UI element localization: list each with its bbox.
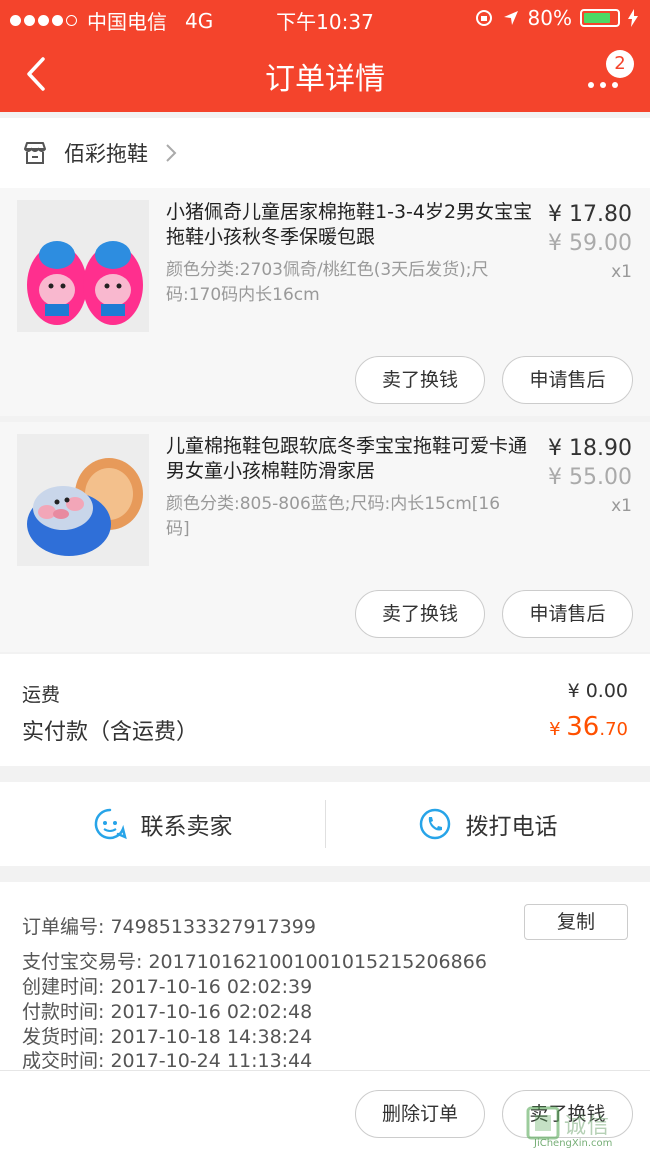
product-price: ¥ 18.90 [548, 436, 632, 461]
shipped-time: 发货时间: 2017-10-18 14:38:24 [22, 1026, 313, 1048]
fee-summary: 运费 ¥ 0.00 实付款（含运费） ¥ 36.70 [0, 654, 650, 766]
paid-integer: 36 [566, 712, 600, 742]
chevron-right-icon [166, 144, 177, 162]
charging-icon [628, 9, 638, 27]
order-item[interactable]: 儿童棉拖鞋包跟软底冬季宝宝拖鞋可爱卡通男女童小孩棉鞋防滑家居 颜色分类:805-… [0, 422, 650, 652]
product-original-price: ¥ 55.00 [548, 465, 632, 490]
more-icon [588, 82, 618, 88]
created-time: 创建时间: 2017-10-16 02:02:39 [22, 976, 313, 998]
product-image[interactable] [17, 434, 149, 566]
paid-decimal: .70 [599, 719, 628, 740]
product-sku: 颜色分类:805-806蓝色;尺码:内长15cm[16码] [166, 494, 501, 539]
alipay-number: 支付宝交易号: 2017101621001001015215206866 [22, 951, 487, 973]
currency-symbol: ¥ [549, 719, 567, 740]
watermark-url: JiChengXin.com [534, 1138, 613, 1149]
nav-bar: 订单详情 2 [0, 36, 650, 112]
notification-badge: 2 [606, 50, 634, 78]
battery-percent: 80% [527, 6, 572, 30]
more-button[interactable]: 2 [584, 50, 634, 98]
product-image[interactable] [17, 200, 149, 332]
phone-icon [419, 808, 450, 840]
pink-slipper-image [17, 200, 149, 332]
call-phone-label: 拨打电话 [465, 814, 558, 840]
status-bar: 中国电信 4G 下午10:37 80% [0, 0, 650, 36]
watermark-text: 诚信 [564, 1114, 611, 1139]
product-quantity: x1 [611, 262, 632, 282]
store-icon [24, 142, 46, 164]
product-original-price: ¥ 59.00 [548, 231, 632, 256]
product-title[interactable]: 小猪佩奇儿童居家棉拖鞋1-3-4岁2男女宝宝拖鞋小孩秋冬季保暖包跟 [166, 200, 534, 250]
shop-row[interactable]: 佰彩拖鞋 [0, 118, 650, 188]
orientation-lock-icon [475, 10, 492, 26]
contact-actions: 联系卖家 拨打电话 [0, 782, 650, 866]
battery-icon [580, 9, 620, 27]
watermark-emblem-icon [526, 1106, 560, 1140]
shipping-value: ¥ 0.00 [567, 680, 628, 702]
sell-button[interactable]: 卖了换钱 [355, 590, 485, 638]
after-sale-button[interactable]: 申请售后 [502, 590, 633, 638]
order-info: 订单编号: 74985133327917399 复制 支付宝交易号: 20171… [0, 882, 650, 1072]
location-icon [503, 11, 518, 25]
product-sku: 颜色分类:2703佩奇/桃红色(3天后发货);尺码:170码内长16cm [166, 260, 489, 305]
completed-time: 成交时间: 2017-10-24 11:13:44 [22, 1050, 313, 1072]
contact-seller-label: 联系卖家 [140, 814, 233, 840]
product-quantity: x1 [611, 496, 632, 516]
call-phone-button[interactable]: 拨打电话 [325, 782, 650, 866]
delete-order-button[interactable]: 删除订单 [355, 1090, 485, 1138]
contact-seller-button[interactable]: 联系卖家 [0, 782, 325, 866]
paid-label: 实付款（含运费） [22, 720, 199, 745]
watermark-logo: 诚信 JiChengXin.com [524, 1104, 642, 1154]
paid-amount: ¥ 36.70 [549, 712, 628, 742]
shipping-label: 运费 [22, 684, 61, 706]
product-price: ¥ 17.80 [548, 202, 632, 227]
after-sale-button[interactable]: 申请售后 [502, 356, 633, 404]
chat-bubble-icon [94, 808, 127, 840]
order-item[interactable]: 小猪佩奇儿童居家棉拖鞋1-3-4岁2男女宝宝拖鞋小孩秋冬季保暖包跟 颜色分类:2… [0, 188, 650, 416]
page-title: 订单详情 [265, 62, 385, 97]
sell-button[interactable]: 卖了换钱 [355, 356, 485, 404]
product-title[interactable]: 儿童棉拖鞋包跟软底冬季宝宝拖鞋可爱卡通男女童小孩棉鞋防滑家居 [166, 434, 534, 484]
copy-button[interactable]: 复制 [524, 904, 628, 940]
paid-time: 付款时间: 2017-10-16 02:02:48 [22, 1001, 313, 1023]
shop-name: 佰彩拖鞋 [64, 142, 148, 166]
order-number: 订单编号: 74985133327917399 [22, 916, 316, 938]
blue-slipper-image [17, 434, 149, 566]
